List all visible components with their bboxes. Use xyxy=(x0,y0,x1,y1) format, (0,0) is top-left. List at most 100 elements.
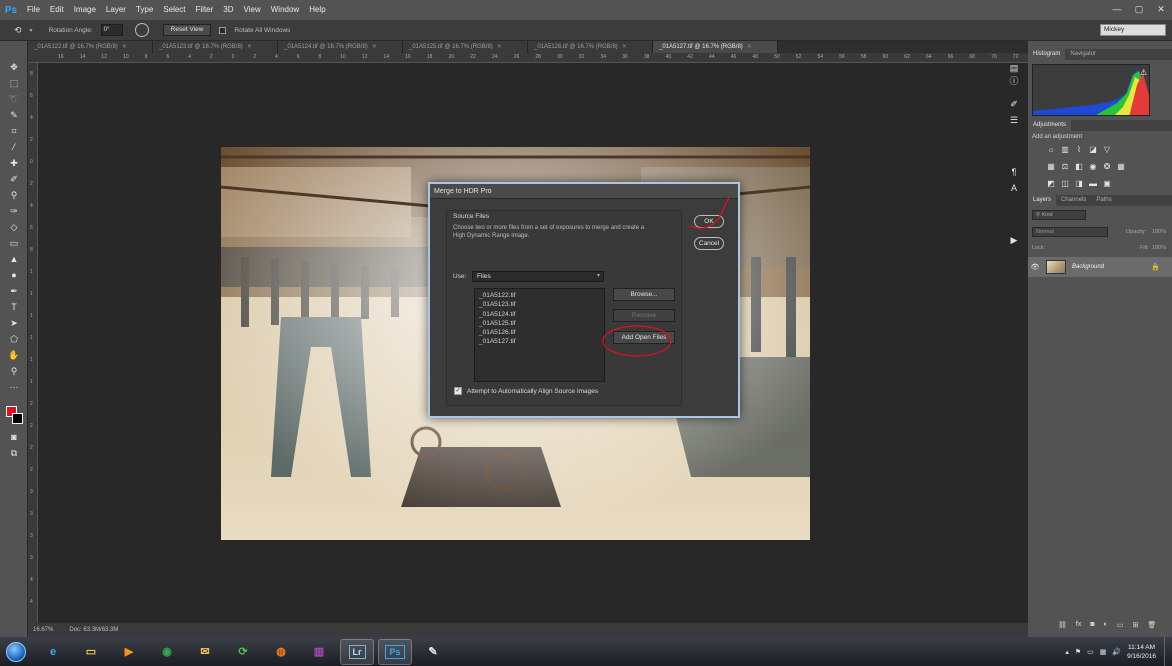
lasso-tool-icon[interactable]: ➰ xyxy=(8,93,20,105)
info-icon[interactable]: ⓘ xyxy=(1008,74,1020,86)
menu-edit[interactable]: Edit xyxy=(45,0,69,20)
exposure-icon[interactable]: ◪ xyxy=(1088,144,1098,154)
path-select-tool-icon[interactable]: ➤ xyxy=(8,317,20,329)
start-button[interactable] xyxy=(0,638,32,666)
new-layer-icon[interactable]: ⊞ xyxy=(1132,621,1138,629)
blend-mode-select[interactable]: Normal xyxy=(1032,227,1108,237)
use-select[interactable]: Files ▾ xyxy=(472,271,604,282)
menu-image[interactable]: Image xyxy=(69,0,101,20)
close-icon[interactable]: ✕ xyxy=(372,44,377,50)
pen-tool-icon[interactable]: ✒ xyxy=(8,285,20,297)
layer-kind-filter[interactable]: ⚲ Kind xyxy=(1032,210,1086,220)
list-item[interactable]: _01A5124.tif xyxy=(479,310,600,319)
source-file-list[interactable]: _01A5122.tif _01A5123.tif _01A5124.tif _… xyxy=(474,288,605,382)
black-white-icon[interactable]: ◧ xyxy=(1074,161,1084,171)
ok-button[interactable]: OK xyxy=(694,215,724,228)
adjustment-layer-icon[interactable]: ◐ xyxy=(1104,621,1108,629)
curves-icon[interactable]: ⌇ xyxy=(1074,144,1084,154)
marquee-tool-icon[interactable]: ⬚ xyxy=(8,77,20,89)
menu-view[interactable]: View xyxy=(239,0,266,20)
layer-row[interactable]: 👁 Background 🔒 xyxy=(1028,257,1172,277)
quick-mask-icon[interactable]: ◙ xyxy=(8,431,20,443)
zoom-level[interactable]: 16.67% xyxy=(33,627,53,633)
group-folder-icon[interactable]: ▭ xyxy=(1117,621,1124,629)
gradient-tool-icon[interactable]: ▭ xyxy=(8,237,20,249)
workspace-select[interactable]: Mickey xyxy=(1100,24,1166,36)
tab-histogram[interactable]: Histogram xyxy=(1028,49,1066,60)
tab-navigator[interactable]: Navigator xyxy=(1065,49,1101,60)
flag-icon[interactable]: ⚑ xyxy=(1075,648,1081,656)
fill-value[interactable]: 100% xyxy=(1152,245,1166,251)
posterize-icon[interactable]: ◫ xyxy=(1060,178,1070,188)
brightness-icon[interactable]: ☼ xyxy=(1046,144,1056,154)
healing-brush-tool-icon[interactable]: ✚ xyxy=(8,157,20,169)
hand-tool-icon[interactable]: ✋ xyxy=(8,349,20,361)
display-icon[interactable]: ▭ xyxy=(1087,648,1094,656)
doc-tab-active[interactable]: _01A5127.tif @ 16.7% (RGB/8) ✕ xyxy=(653,41,778,53)
fx-icon[interactable]: fx xyxy=(1076,621,1081,629)
list-item[interactable]: _01A5122.tif xyxy=(479,291,600,300)
gradient-map-icon[interactable]: ▬ xyxy=(1088,178,1098,188)
doc-tab[interactable]: _01A5123.tif @ 16.7% (RGB/8) ✕ xyxy=(153,41,278,53)
close-icon[interactable]: ✕ xyxy=(497,44,502,50)
lightroom-icon[interactable]: Lr xyxy=(340,638,374,665)
play-actions-icon[interactable]: ▶ xyxy=(1008,234,1020,246)
align-images-checkbox[interactable]: ✓ xyxy=(454,387,462,395)
lock-icon[interactable]: 🔒 xyxy=(1151,263,1160,271)
trash-icon[interactable]: 🗑 xyxy=(1147,621,1156,629)
dodge-tool-icon[interactable]: ● xyxy=(8,269,20,281)
network-icon[interactable]: ▦ xyxy=(1100,648,1107,656)
move-tool-icon[interactable]: ✥ xyxy=(8,61,20,73)
media-player-icon[interactable]: ▶ xyxy=(112,639,146,665)
color-balance-icon[interactable]: ⚖ xyxy=(1060,161,1070,171)
maximize-button[interactable]: ▢ xyxy=(1128,0,1150,18)
rotation-dial-icon[interactable] xyxy=(134,23,149,37)
folder-icon[interactable]: ▭ xyxy=(74,639,108,665)
levels-icon[interactable]: ▥ xyxy=(1060,144,1070,154)
layer-name[interactable]: Background xyxy=(1072,264,1104,270)
channel-mixer-icon[interactable]: ❂ xyxy=(1102,161,1112,171)
opacity-value[interactable]: 100% xyxy=(1152,229,1166,235)
selective-color-icon[interactable]: ▣ xyxy=(1102,178,1112,188)
reset-view-button[interactable]: Reset View xyxy=(162,24,212,36)
clock[interactable]: 11:14 AM 9/16/2016 xyxy=(1127,643,1156,661)
hue-saturation-icon[interactable]: ▦ xyxy=(1046,161,1056,171)
list-item[interactable]: _01A5125.tif xyxy=(479,319,600,328)
close-icon[interactable]: ✕ xyxy=(622,44,627,50)
show-desktop-button[interactable] xyxy=(1164,637,1172,666)
more-tools-icon[interactable]: ··· xyxy=(8,381,20,393)
eraser-tool-icon[interactable]: ◇ xyxy=(8,221,20,233)
tab-channels[interactable]: Channels xyxy=(1056,195,1091,206)
sync-icon[interactable]: ⟳ xyxy=(226,639,260,665)
photoshop-icon[interactable]: Ps xyxy=(378,638,412,665)
ruler-vertical[interactable]: 8 6 4 2 0 2 4 6 8 1 1 1 1 1 1 2 2 2 2 3 3 3 3 4 4 xyxy=(28,63,38,623)
close-icon[interactable]: ✕ xyxy=(747,44,752,50)
crop-tool-icon[interactable]: ⌗ xyxy=(8,125,20,137)
color-lookup-icon[interactable]: ▦ xyxy=(1116,161,1126,171)
menu-select[interactable]: Select xyxy=(158,0,190,20)
list-item[interactable]: _01A5123.tif xyxy=(479,300,600,309)
invert-icon[interactable]: ◩ xyxy=(1046,178,1056,188)
remove-button[interactable]: Remove xyxy=(613,309,675,322)
list-item[interactable]: _01A5127.tif xyxy=(479,337,600,346)
tab-layers[interactable]: Layers xyxy=(1028,195,1057,206)
screen-mode-icon[interactable]: ⧉ xyxy=(8,447,20,459)
menu-help[interactable]: Help xyxy=(304,0,330,20)
type-tool-icon[interactable]: T xyxy=(8,301,20,313)
background-color-swatch[interactable] xyxy=(12,413,23,424)
paragraph-icon[interactable]: ¶ xyxy=(1008,166,1020,178)
ie-icon[interactable]: e xyxy=(36,639,70,665)
close-window-button[interactable]: ✕ xyxy=(1150,0,1172,18)
menu-window[interactable]: Window xyxy=(266,0,304,20)
rotate-view-tool-icon[interactable]: ⟲ xyxy=(14,25,22,36)
minimize-button[interactable]: — xyxy=(1106,0,1128,18)
zoom-tool-icon[interactable]: ⚲ xyxy=(8,365,20,377)
photo-filter-icon[interactable]: ◉ xyxy=(1088,161,1098,171)
ruler-horizontal[interactable]: 16 14 12 10 8 6 4 2 0 2 4 6 8 10 12 14 16 18 20 22 24 26 28 30 3… xyxy=(28,53,1028,63)
brush-settings-icon[interactable]: ✐ xyxy=(1008,98,1020,110)
tab-paths[interactable]: Paths xyxy=(1091,195,1116,206)
eye-icon[interactable]: 👁 xyxy=(1028,263,1042,271)
menu-filter[interactable]: Filter xyxy=(191,0,219,20)
vibrance-icon[interactable]: ▽ xyxy=(1102,144,1112,154)
close-icon[interactable]: ✕ xyxy=(247,44,252,50)
